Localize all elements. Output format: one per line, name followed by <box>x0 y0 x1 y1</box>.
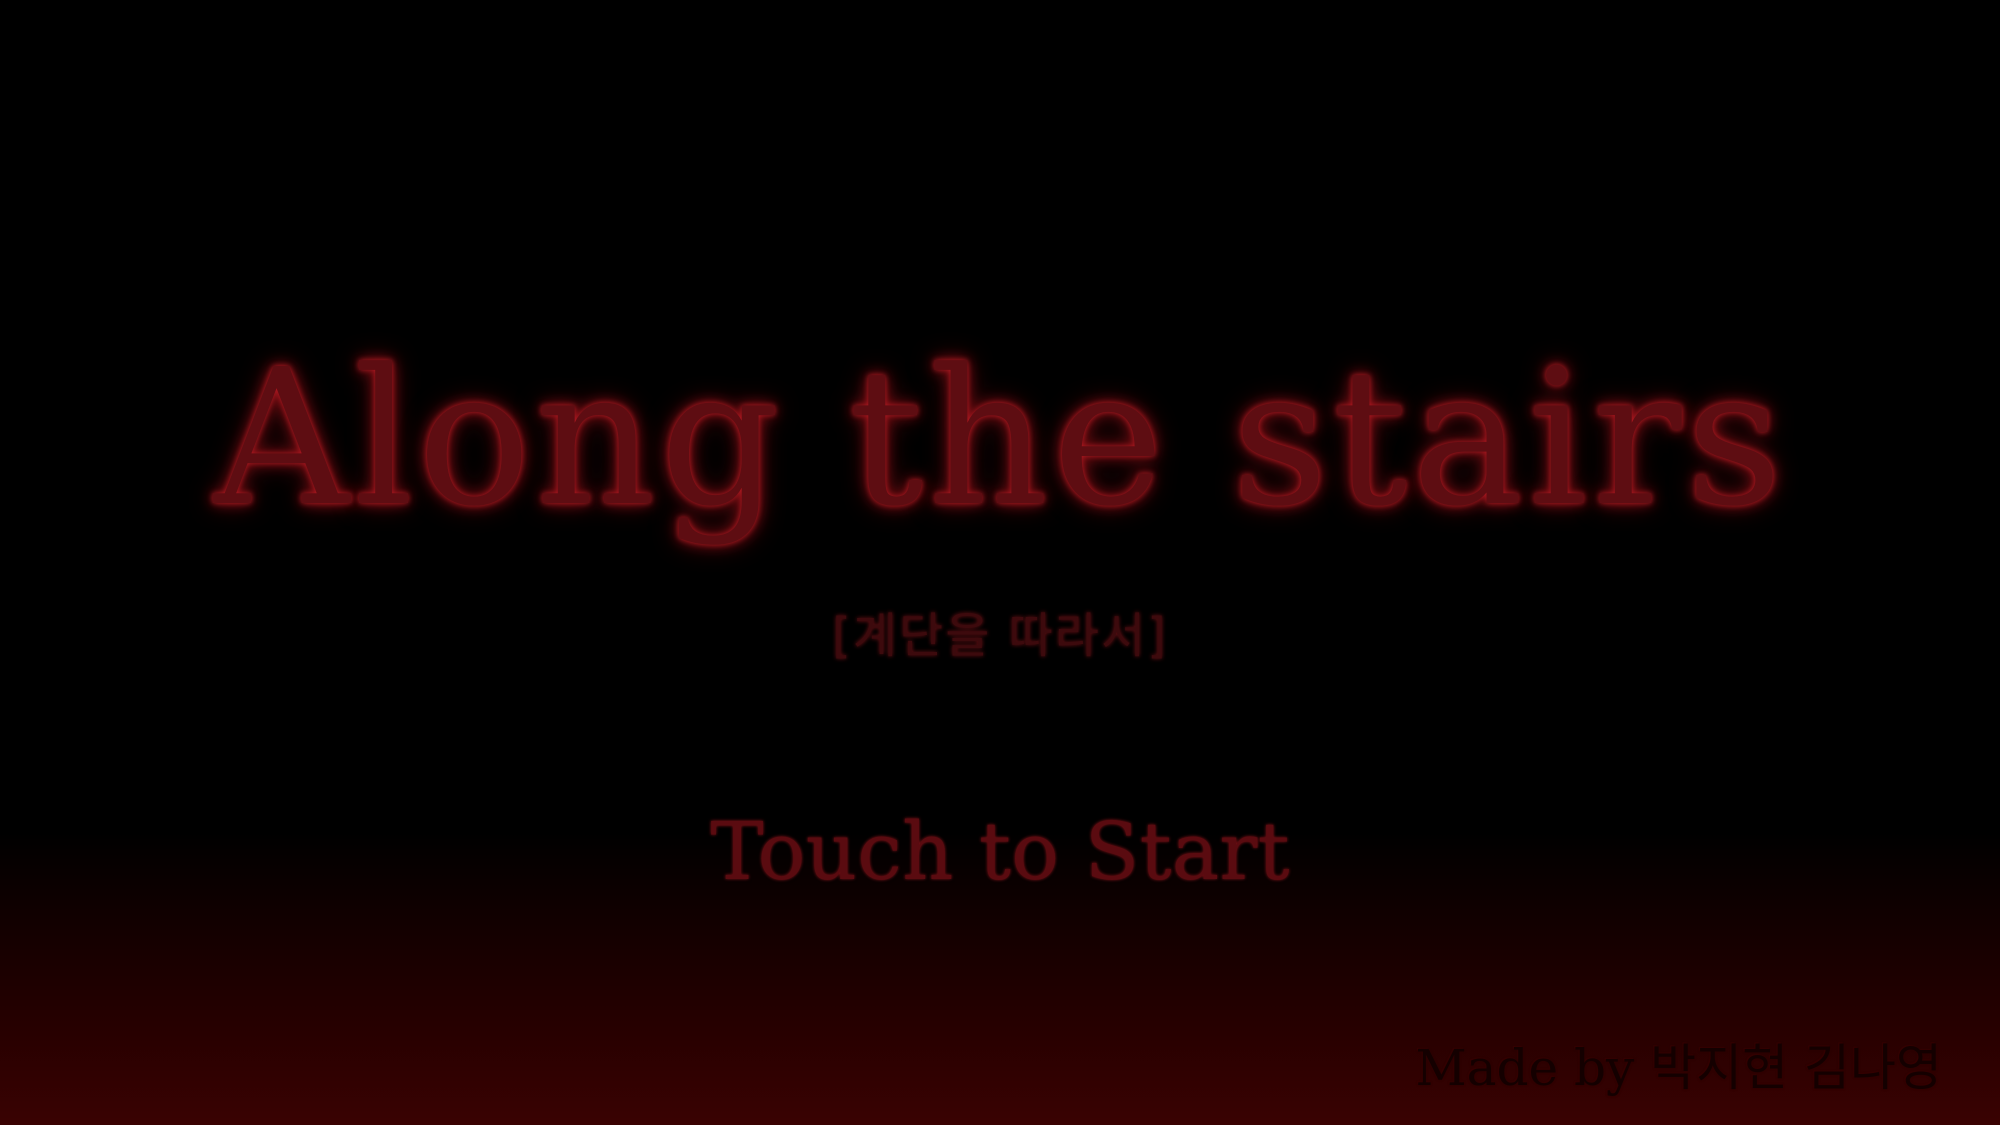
credits-text: Made by 박지현 김나영 <box>1415 1039 1942 1097</box>
game-title: Along the stairs <box>213 329 1787 548</box>
title-screen[interactable]: Along the stairs [계단을 따라서] Touch to Star… <box>0 0 2000 1125</box>
game-subtitle: [계단을 따라서] <box>832 608 1168 664</box>
touch-to-start-button[interactable]: Touch to Start <box>0 812 2000 892</box>
